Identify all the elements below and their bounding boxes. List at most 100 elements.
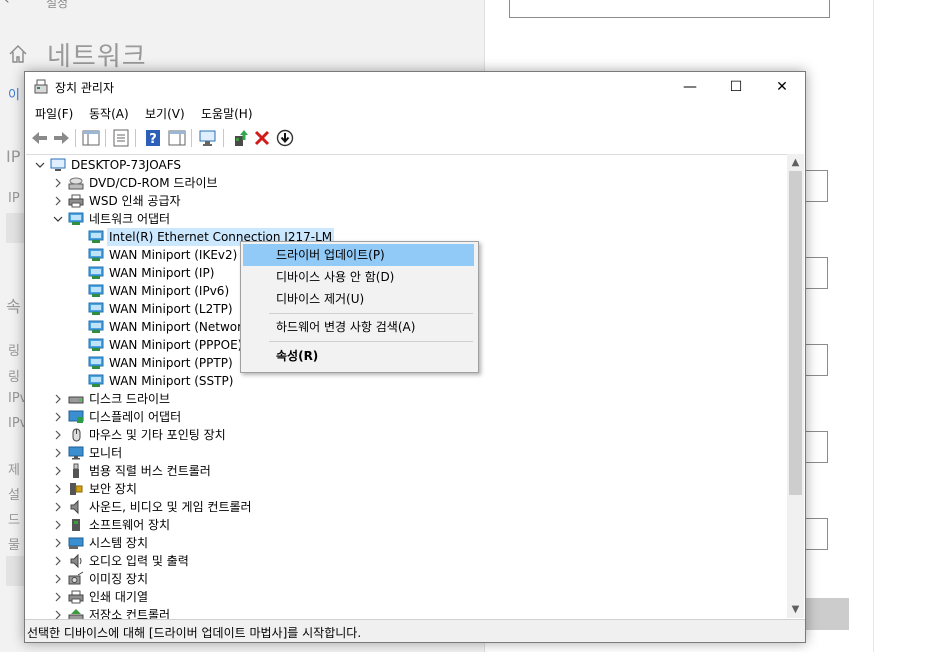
network-adapter-icon xyxy=(88,266,104,279)
tree-category[interactable]: 디스플레이 어댑터 xyxy=(52,408,786,426)
expand-chevron-icon[interactable] xyxy=(52,606,64,619)
menu-action[interactable]: 동작(A) xyxy=(89,105,129,122)
expand-chevron-icon[interactable] xyxy=(52,174,64,192)
collapse-chevron-icon[interactable] xyxy=(34,156,46,174)
settings-page-title: 네트워크 xyxy=(47,42,147,72)
forward-icon[interactable] xyxy=(51,128,71,148)
menu-help[interactable]: 도움말(H) xyxy=(201,105,253,122)
mouse-icon xyxy=(72,428,81,442)
tree-category[interactable]: 마우스 및 기타 포인팅 장치 xyxy=(52,426,786,444)
properties-icon[interactable] xyxy=(111,128,131,148)
tree-category[interactable]: 저장소 컨트롤러 xyxy=(52,606,786,619)
settings-input-5[interactable] xyxy=(804,518,828,550)
expand-chevron-icon[interactable] xyxy=(52,462,64,480)
tree-item-label: WAN Miniport (IP) xyxy=(109,266,215,280)
expand-chevron-icon[interactable] xyxy=(52,192,64,210)
network-adapter-icon xyxy=(88,374,104,387)
context-properties[interactable]: 속성(R) xyxy=(243,345,474,367)
tree-category[interactable]: 오디오 입력 및 출력 xyxy=(52,552,786,570)
expand-chevron-icon[interactable] xyxy=(52,570,64,588)
expand-chevron-icon[interactable] xyxy=(52,588,64,606)
tree-item-label: WAN Miniport (Network xyxy=(109,320,250,334)
minimize-button[interactable]: — xyxy=(667,72,713,102)
expand-chevron-icon[interactable] xyxy=(52,390,64,408)
settings-fragment: 이 xyxy=(8,88,20,103)
settings-input-2[interactable] xyxy=(804,257,828,289)
software-device-icon xyxy=(72,519,80,531)
show-hide-console-tree-icon[interactable] xyxy=(81,128,101,148)
uninstall-device-icon[interactable] xyxy=(252,128,272,148)
status-text: 선택한 디바이스에 대해 [드라이버 업데이트 마법사]를 시작합니다. xyxy=(27,626,362,640)
network-adapter-icon xyxy=(88,320,104,333)
printer-icon xyxy=(68,194,84,208)
menu-view[interactable]: 보기(V) xyxy=(145,105,185,122)
context-uninstall-device[interactable]: 디바이스 제거(U) xyxy=(243,288,474,310)
expand-chevron-icon[interactable] xyxy=(52,498,64,516)
settings-input-top[interactable] xyxy=(509,0,830,18)
tree-device-network-adapter[interactable]: WAN Miniport (SSTP) xyxy=(88,372,786,390)
collapse-chevron-icon[interactable] xyxy=(52,210,64,228)
settings-input-3[interactable] xyxy=(804,344,828,376)
menu-file[interactable]: 파일(F) xyxy=(35,105,73,122)
context-disable-device[interactable]: 디바이스 사용 안 함(D) xyxy=(243,266,474,288)
vertical-scrollbar[interactable]: ▲ ▼ xyxy=(787,154,804,618)
status-bar: 선택한 디바이스에 대해 [드라이버 업데이트 마법사]를 시작합니다. xyxy=(25,619,805,642)
settings-save-button-fragment[interactable] xyxy=(804,598,849,630)
context-scan-hardware[interactable]: 하드웨어 변경 사항 검색(A) xyxy=(243,316,474,338)
context-menu: 드라이버 업데이트(P) 디바이스 사용 안 함(D) 디바이스 제거(U) 하… xyxy=(240,241,479,373)
tree-category[interactable]: 이미징 장치 xyxy=(52,570,786,588)
expand-chevron-icon[interactable] xyxy=(52,552,64,570)
home-icon[interactable] xyxy=(7,43,29,65)
monitor-icon xyxy=(68,446,84,460)
settings-button-fragment xyxy=(6,213,24,243)
tree-root-computer[interactable]: DESKTOP-73JOAFS xyxy=(34,156,786,174)
scan-hardware-icon[interactable] xyxy=(198,128,218,148)
tree-category[interactable]: 시스템 장치 xyxy=(52,534,786,552)
tree-item-label: 범용 직렬 버스 컨트롤러 xyxy=(89,464,211,478)
tree-item-label: 이미징 장치 xyxy=(89,572,149,586)
tree-item-label: 디스플레이 어댑터 xyxy=(89,410,182,424)
scroll-down-arrow-icon[interactable]: ▼ xyxy=(787,601,804,618)
expand-chevron-icon[interactable] xyxy=(52,534,64,552)
settings-input-4[interactable] xyxy=(804,431,828,463)
back-arrow-icon[interactable]: ‹ xyxy=(4,0,10,8)
tree-item-label: WAN Miniport (L2TP) xyxy=(109,302,233,316)
tree-category[interactable]: DVD/CD-ROM 드라이브 xyxy=(52,174,786,192)
tree-category[interactable]: 인쇄 대기열 xyxy=(52,588,786,606)
network-adapter-icon xyxy=(88,356,104,369)
network-adapter-icon xyxy=(88,230,104,243)
maximize-button[interactable]: ☐ xyxy=(713,72,759,102)
title-bar[interactable]: 장치 관리자 — ☐ ✕ xyxy=(25,72,805,102)
help-icon[interactable]: ? xyxy=(143,128,163,148)
scrollbar-thumb[interactable] xyxy=(789,171,802,495)
update-driver-icon[interactable] xyxy=(230,128,250,148)
tree-category[interactable]: WSD 인쇄 공급자 xyxy=(52,192,786,210)
action-pane-icon[interactable] xyxy=(167,128,187,148)
context-item-label: 디바이스 제거(U) xyxy=(276,292,365,306)
tree-category[interactable]: 모니터 xyxy=(52,444,786,462)
expand-chevron-icon[interactable] xyxy=(52,444,64,462)
toolbar-separator xyxy=(223,129,224,147)
scroll-up-arrow-icon[interactable]: ▲ xyxy=(787,154,804,171)
close-button[interactable]: ✕ xyxy=(759,72,805,102)
network-adapter-icon xyxy=(88,284,104,297)
tree-category[interactable]: 사운드, 비디오 및 게임 컨트롤러 xyxy=(52,498,786,516)
tree-item-label: DVD/CD-ROM 드라이브 xyxy=(89,176,218,190)
enable-device-icon[interactable] xyxy=(275,128,295,148)
expand-chevron-icon[interactable] xyxy=(52,426,64,444)
tree-category[interactable]: 보안 장치 xyxy=(52,480,786,498)
back-icon[interactable] xyxy=(30,128,50,148)
tree-category[interactable]: 디스크 드라이브 xyxy=(52,390,786,408)
network-adapter-icon xyxy=(88,248,104,261)
expand-chevron-icon[interactable] xyxy=(52,408,64,426)
tree-category[interactable]: 범용 직렬 버스 컨트롤러 xyxy=(52,462,786,480)
expand-chevron-icon[interactable] xyxy=(52,516,64,534)
settings-input-1[interactable] xyxy=(804,170,828,202)
expand-chevron-icon[interactable] xyxy=(52,480,64,498)
settings-fragment: 제 xyxy=(8,463,20,478)
tree-category-network-adapters[interactable]: 네트워크 어댑터 xyxy=(52,210,786,228)
context-update-driver[interactable]: 드라이버 업데이트(P) xyxy=(243,244,474,266)
device-tree[interactable]: DESKTOP-73JOAFS DVD/CD-ROM 드라이브 WSD 인쇄 공급자… xyxy=(26,154,787,619)
tree-category[interactable]: 소프트웨어 장치 xyxy=(52,516,786,534)
audio-icon xyxy=(70,553,82,569)
